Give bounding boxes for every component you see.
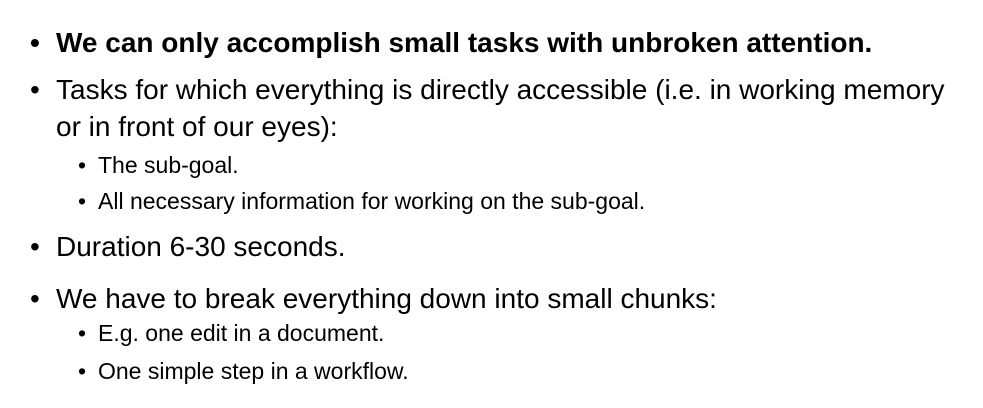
sub-bullet-text: E.g. one edit in a document. (98, 320, 385, 346)
slide-body: • We can only accomplish small tasks wit… (0, 0, 983, 408)
bullet-marker: • (30, 27, 40, 58)
sub-bullet-marker: • (78, 358, 87, 384)
bullet-item-small-chunks: • We have to break everything down into … (30, 280, 956, 317)
bullet-text: We have to break everything down into sm… (56, 283, 717, 314)
bullet-text: Tasks for which everything is directly a… (56, 74, 945, 142)
sub-bullet-marker: • (78, 320, 87, 346)
bullet-marker: • (30, 74, 40, 105)
sub-bullet-text: One simple step in a workflow. (98, 358, 409, 384)
bullet-text: We can only accomplish small tasks with … (56, 27, 873, 58)
sub-bullet-item-one-edit: • E.g. one edit in a document. (78, 318, 958, 348)
bullet-item-duration: • Duration 6-30 seconds. (30, 228, 956, 265)
bullet-text: Duration 6-30 seconds. (56, 231, 346, 262)
sub-bullet-item-workflow-step: • One simple step in a workflow. (78, 356, 958, 386)
sub-bullet-text: All necessary information for working on… (98, 188, 646, 214)
bullet-item-directly-accessible: • Tasks for which everything is directly… (30, 71, 956, 145)
sub-bullet-item-sub-goal: • The sub-goal. (78, 150, 958, 180)
sub-bullet-marker: • (78, 188, 87, 214)
bullet-item-unbroken-attention: • We can only accomplish small tasks wit… (30, 24, 956, 61)
sub-bullet-item-necessary-information: • All necessary information for working … (78, 186, 958, 216)
sub-bullet-marker: • (78, 152, 87, 178)
bullet-marker: • (30, 231, 40, 262)
sub-bullet-text: The sub-goal. (98, 152, 239, 178)
bullet-marker: • (30, 283, 40, 314)
